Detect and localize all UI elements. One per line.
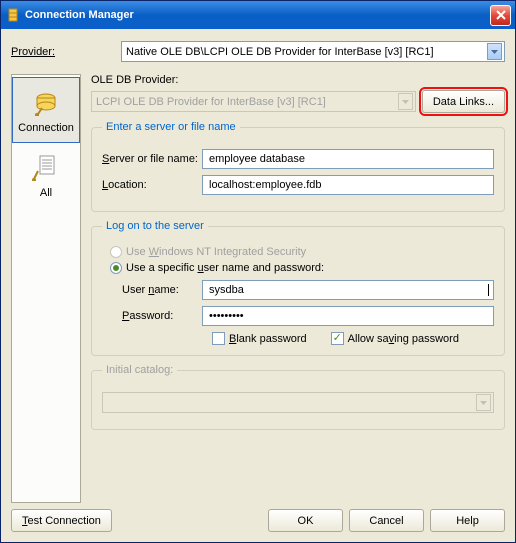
logon-fieldset: Log on to the server Use Windows NT Inte…: [91, 220, 505, 356]
server-legend: Enter a server or file name: [102, 121, 240, 133]
connection-manager-window: Connection Manager Provider: Native OLE …: [0, 0, 516, 543]
tab-connection-label: Connection: [18, 122, 74, 134]
checkbox-icon: [212, 332, 225, 345]
chevron-down-icon: [476, 394, 491, 411]
content-area: Provider: Native OLE DB\LCPI OLE DB Prov…: [1, 29, 515, 542]
connection-icon: [30, 86, 62, 118]
test-connection-button[interactable]: Test Connection: [11, 509, 112, 532]
catalog-combo: [102, 392, 494, 413]
tab-all-label: All: [40, 187, 52, 199]
location-label: Location:: [102, 179, 202, 191]
close-button[interactable]: [490, 5, 511, 26]
window-title: Connection Manager: [25, 9, 490, 21]
specific-user-radio[interactable]: Use a specific user name and password:: [110, 262, 494, 274]
radio-icon: [110, 246, 122, 258]
logon-legend: Log on to the server: [102, 220, 208, 232]
help-button[interactable]: Help: [430, 509, 505, 532]
allow-saving-label: Allow saving password: [348, 333, 459, 345]
main-area: Connection All OLE DB Provider: LCPI OLE…: [11, 74, 505, 503]
tab-connection[interactable]: Connection: [12, 77, 80, 143]
provider-label: Provider:: [11, 46, 121, 58]
cancel-button[interactable]: Cancel: [349, 509, 424, 532]
checkbox-icon: ✓: [331, 332, 344, 345]
catalog-legend: Initial catalog:: [102, 364, 177, 376]
provider-dropdown[interactable]: Native OLE DB\LCPI OLE DB Provider for I…: [121, 41, 505, 62]
catalog-fieldset: Initial catalog:: [91, 364, 505, 430]
nt-security-label: Use Windows NT Integrated Security: [126, 246, 306, 258]
chevron-down-icon: [487, 43, 502, 60]
connection-panel: OLE DB Provider: LCPI OLE DB Provider fo…: [91, 74, 505, 503]
server-fieldset: Enter a server or file name Server or fi…: [91, 121, 505, 212]
username-input[interactable]: [202, 280, 494, 300]
specific-user-label: Use a specific user name and password:: [126, 262, 324, 274]
ole-provider-value: LCPI OLE DB Provider for InterBase [v3] …: [96, 96, 398, 108]
allow-saving-checkbox[interactable]: ✓ Allow saving password: [331, 332, 459, 345]
titlebar: Connection Manager: [1, 1, 515, 29]
all-icon: [30, 151, 62, 183]
server-filename-label: Server or file name:: [102, 153, 202, 165]
blank-password-checkbox[interactable]: Blank password: [212, 332, 307, 345]
username-label: User name:: [122, 284, 202, 296]
ole-provider-combo: LCPI OLE DB Provider for InterBase [v3] …: [91, 91, 416, 112]
side-tabs: Connection All: [11, 74, 81, 503]
tab-all[interactable]: All: [12, 143, 80, 207]
data-links-button[interactable]: Data Links...: [422, 90, 505, 113]
ole-provider-section: OLE DB Provider: LCPI OLE DB Provider fo…: [91, 74, 505, 113]
ok-button[interactable]: OK: [268, 509, 343, 532]
ole-provider-label: OLE DB Provider:: [91, 74, 505, 86]
footer: Test Connection OK Cancel Help: [11, 503, 505, 532]
radio-icon: [110, 262, 122, 274]
chevron-down-icon: [398, 93, 413, 110]
server-filename-input[interactable]: [202, 149, 494, 169]
nt-security-radio: Use Windows NT Integrated Security: [110, 246, 494, 258]
password-input[interactable]: [202, 306, 494, 326]
location-input[interactable]: [202, 175, 494, 195]
provider-row: Provider: Native OLE DB\LCPI OLE DB Prov…: [11, 41, 505, 62]
provider-value: Native OLE DB\LCPI OLE DB Provider for I…: [126, 46, 487, 58]
password-label: Password:: [122, 310, 202, 322]
blank-password-label: Blank password: [229, 333, 307, 345]
app-icon: [5, 7, 21, 23]
